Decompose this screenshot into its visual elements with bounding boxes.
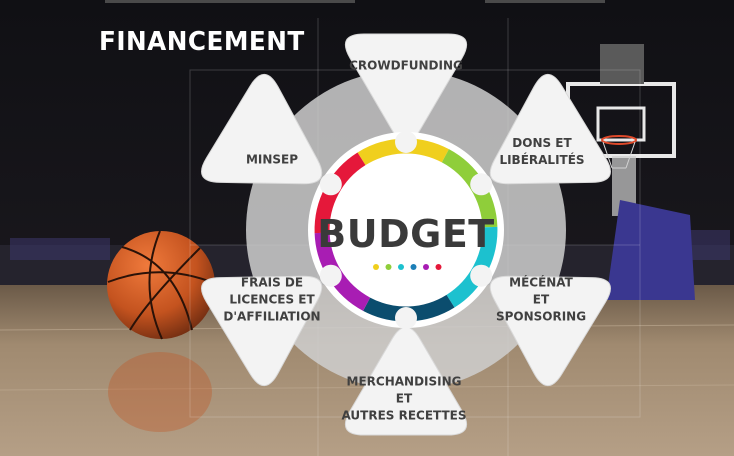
color-dot <box>398 264 404 270</box>
ring-notch <box>319 264 342 287</box>
petal-label-minsep: MINSEP <box>245 152 299 167</box>
color-dot <box>373 264 379 270</box>
color-dot <box>410 264 417 270</box>
scene: FINANCEMENT BUDGET CROWDFUNDING DONS ET … <box>0 0 734 456</box>
ring-notch <box>470 264 493 287</box>
page-title: FINANCEMENT <box>99 27 305 57</box>
ring-notch <box>470 173 493 196</box>
color-dot <box>435 264 442 270</box>
petal-label-frais: FRAIS DE LICENCES ET D'AFFILIATION <box>223 275 321 324</box>
center-label: BUDGET <box>317 212 495 256</box>
color-dot <box>385 264 392 270</box>
petal-label-merchandising: MERCHANDISING ET AUTRES RECETTES <box>341 374 467 423</box>
petal-label-crowdfunding: CROWDFUNDING <box>349 58 463 73</box>
color-dot <box>423 264 429 270</box>
petal-label-mecenat: MÉCÉNAT ET SPONSORING <box>495 275 587 324</box>
ring-notch <box>395 307 417 329</box>
petal-label-dons: DONS ET LIBÉRALITÉS <box>499 136 585 167</box>
ring-notch <box>319 173 342 196</box>
ring-notch <box>395 131 417 153</box>
